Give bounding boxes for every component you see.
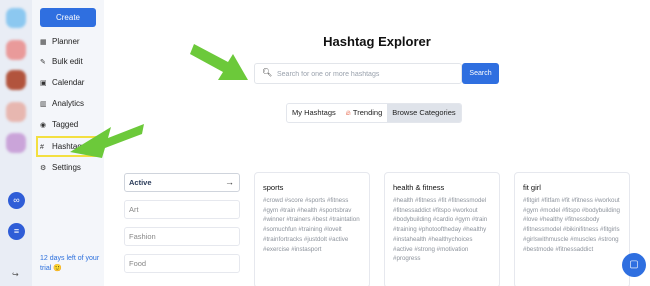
- trial-notice[interactable]: 12 days left of your trial 🙂: [40, 254, 102, 274]
- hash-icon: #: [40, 144, 44, 151]
- search-icon: 🔍︎: [262, 68, 273, 77]
- card-tags: #crowd #score #sports #fitness #gym #tra…: [263, 197, 360, 253]
- sidebar-item-label: Analytics: [52, 99, 85, 108]
- tab-browse-categories[interactable]: Browse Categories: [387, 104, 461, 122]
- search-input[interactable]: [277, 66, 457, 82]
- sidebar-item-label: Calendar: [52, 78, 85, 87]
- workspace-avatar-5[interactable]: [6, 133, 26, 153]
- annotation-arrow-search: [190, 44, 248, 80]
- chat-support-icon[interactable]: ▢: [622, 253, 646, 277]
- page-title: Hashtag Explorer: [323, 34, 431, 49]
- workspace-avatar-1[interactable]: [6, 8, 26, 28]
- sidebar-item-label: Settings: [52, 163, 81, 172]
- create-button[interactable]: Create: [40, 8, 96, 27]
- gear-icon: ⚙: [40, 165, 47, 172]
- hashtag-tabs: My Hashtags 🔥︎ Trending Browse Categories: [286, 103, 462, 123]
- search-button[interactable]: Search: [462, 63, 499, 84]
- hashtag-card-health-fitness[interactable]: health & fitness #health #fitness #fit #…: [384, 172, 500, 286]
- card-title: fit girl: [523, 183, 541, 192]
- fire-icon: 🔥︎: [345, 110, 351, 117]
- sidebar-item-label: Bulk edit: [52, 57, 83, 66]
- sidebar-item-bulk-edit[interactable]: ✎ Bulk edit: [40, 56, 102, 68]
- calendar-icon: ▣: [40, 80, 47, 87]
- sidebar-item-settings[interactable]: ⚙ Settings: [40, 162, 102, 174]
- category-item-fashion[interactable]: Fashion: [124, 227, 240, 246]
- sidebar-item-calendar[interactable]: ▣ Calendar: [40, 77, 102, 89]
- category-item-food[interactable]: Food: [124, 254, 240, 273]
- arrow-right-icon: →: [225, 177, 234, 187]
- workspace-avatar-4[interactable]: [6, 102, 26, 122]
- annotation-arrow-hashtags: [70, 124, 144, 158]
- workspace-avatar-3[interactable]: [6, 70, 26, 90]
- user-tag-icon: ◉: [40, 122, 47, 129]
- logout-icon[interactable]: ↪: [12, 270, 19, 279]
- edit-icon: ✎: [40, 59, 46, 66]
- card-tags: #health #fitness #fit #fitnessmodel #fit…: [393, 197, 488, 263]
- chart-icon: ▥: [40, 101, 47, 108]
- hashtag-card-fit-girl[interactable]: fit girl #fitgirl #fitfam #fit #fitness …: [514, 172, 630, 286]
- tab-trending[interactable]: 🔥︎ Trending: [341, 104, 387, 122]
- card-title: health & fitness: [393, 183, 445, 192]
- link-icon[interactable]: ∞: [8, 192, 25, 209]
- tab-my-hashtags[interactable]: My Hashtags: [287, 104, 341, 122]
- search-field[interactable]: 🔍︎: [254, 63, 462, 84]
- category-item-active[interactable]: Active →: [124, 173, 240, 192]
- card-tags: #fitgirl #fitfam #fit #fitness #workout …: [523, 197, 620, 253]
- stack-icon[interactable]: ≡: [8, 223, 25, 240]
- sidebar-item-analytics[interactable]: ▥ Analytics: [40, 98, 102, 110]
- card-title: sports: [263, 183, 284, 192]
- category-item-art[interactable]: Art: [124, 200, 240, 219]
- hashtag-card-sports[interactable]: sports #crowd #score #sports #fitness #g…: [254, 172, 370, 286]
